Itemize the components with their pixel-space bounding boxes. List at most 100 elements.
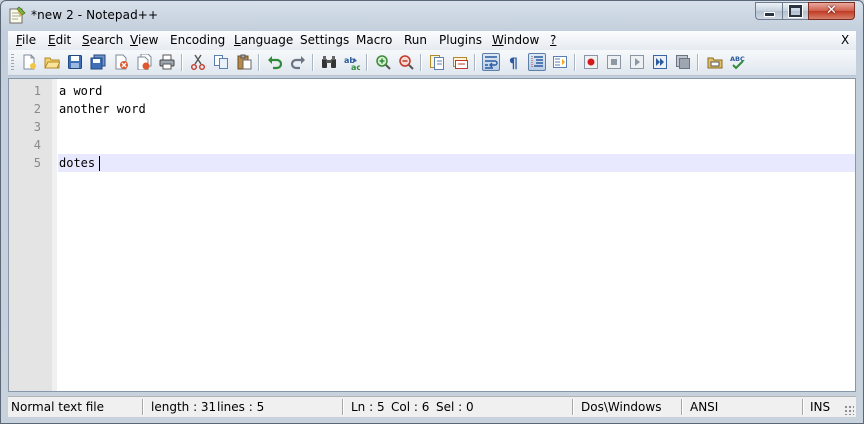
- code-line[interactable]: [58, 136, 855, 154]
- title-bar[interactable]: *new 2 - Notepad++ ✕: [1, 1, 863, 29]
- close-document-button[interactable]: X: [841, 33, 849, 47]
- indent-guide-button[interactable]: [528, 53, 546, 71]
- spell-check-button[interactable]: ABC: [729, 53, 747, 71]
- sync-vertical-scroll-button[interactable]: [428, 53, 446, 71]
- code-line[interactable]: [58, 118, 855, 136]
- cut-button[interactable]: [189, 53, 207, 71]
- status-file-type: Normal text file: [11, 400, 105, 414]
- paste-button[interactable]: [235, 53, 253, 71]
- run-macro-multiple-button[interactable]: [651, 53, 669, 71]
- line-number-gutter[interactable]: 1 2 3 4 5: [9, 79, 57, 391]
- current-code-line[interactable]: dotes: [58, 154, 855, 172]
- menu-search-mnemonic: S: [82, 33, 90, 47]
- status-column: Col : 6: [391, 400, 430, 414]
- menu-file[interactable]: File: [16, 33, 36, 47]
- close-button[interactable]: [112, 53, 130, 71]
- stop-record-icon: [607, 55, 621, 69]
- record-macro-button[interactable]: [582, 53, 600, 71]
- toolbar-grip[interactable]: [11, 54, 14, 71]
- print-button[interactable]: [158, 53, 176, 71]
- save-all-icon: [90, 54, 106, 70]
- toolbar-separator: [420, 54, 422, 71]
- fold-margin[interactable]: [52, 79, 57, 391]
- menu-edit-mnemonic: E: [48, 33, 56, 47]
- open-file-icon: [44, 57, 60, 69]
- status-lines: lines : 5: [217, 400, 265, 414]
- menu-language-mnemonic: L: [234, 33, 241, 47]
- undo-button[interactable]: [266, 53, 284, 71]
- line-number: 4: [33, 138, 41, 152]
- spell-check-icon: ABC: [730, 55, 745, 70]
- word-wrap-button[interactable]: [482, 53, 500, 71]
- save-macro-button[interactable]: [674, 53, 692, 71]
- svg-text:ac: ac: [351, 63, 360, 70]
- save-button[interactable]: [66, 53, 84, 71]
- notepadpp-window: *new 2 - Notepad++ ✕ File Edit Search Vi…: [0, 0, 864, 424]
- copy-button[interactable]: [212, 53, 230, 71]
- maximize-button[interactable]: [782, 2, 809, 20]
- code-line[interactable]: a word: [58, 82, 855, 100]
- status-eol-format: Dos\Windows: [581, 400, 662, 414]
- resize-grip[interactable]: [844, 405, 854, 415]
- play-macro-icon: [630, 55, 644, 69]
- new-file-icon: [23, 54, 36, 70]
- menu-language[interactable]: Language: [234, 33, 293, 47]
- zoom-in-button[interactable]: [374, 53, 392, 71]
- menu-edit[interactable]: Edit: [48, 33, 71, 47]
- open-file-button[interactable]: [43, 53, 61, 71]
- status-line-number: Ln : 5: [351, 400, 385, 414]
- menu-encoding[interactable]: Encoding: [170, 33, 225, 47]
- menu-plugins[interactable]: Plugins: [439, 33, 482, 47]
- text-editor[interactable]: 1 2 3 4 5 a word another word dotes: [8, 78, 856, 392]
- menu-help[interactable]: ?: [550, 33, 556, 47]
- menu-view-mnemonic: V: [130, 33, 138, 47]
- menu-run[interactable]: Run: [404, 33, 427, 47]
- document-map-icon: [553, 56, 567, 68]
- menu-help-label: ?: [550, 33, 557, 47]
- line-number: 3: [33, 120, 41, 134]
- zoom-in-icon: [376, 55, 391, 70]
- play-macro-button[interactable]: [628, 53, 646, 71]
- redo-button[interactable]: [289, 53, 307, 71]
- show-all-characters-button[interactable]: ¶: [505, 53, 523, 71]
- menu-settings-label: Settings: [300, 33, 350, 47]
- status-length: length : 31: [151, 400, 217, 414]
- toolbar-separator: [258, 54, 260, 71]
- zoom-out-button[interactable]: [397, 53, 415, 71]
- undo-icon: [268, 56, 283, 70]
- notepadpp-app-icon[interactable]: [8, 6, 26, 24]
- folder-as-workspace-button[interactable]: [706, 53, 724, 71]
- save-icon: [68, 55, 82, 69]
- replace-button[interactable]: ab ac: [343, 53, 361, 71]
- menu-search[interactable]: Search: [82, 33, 123, 47]
- menu-settings[interactable]: Settings: [300, 33, 349, 47]
- sync-horizontal-scroll-button[interactable]: [451, 53, 469, 71]
- menu-run-label: Run: [404, 33, 428, 47]
- toolbar: ab ac ¶ ABC: [8, 50, 856, 76]
- toolbar-separator: [366, 54, 368, 71]
- folder-as-workspace-icon: [707, 57, 723, 69]
- menu-file-label: ile: [22, 33, 37, 47]
- minimize-button[interactable]: [755, 2, 783, 20]
- stop-recording-button[interactable]: [605, 53, 623, 71]
- close-all-button[interactable]: [135, 53, 153, 71]
- close-file-icon: [115, 54, 128, 70]
- line-number: 1: [33, 84, 41, 98]
- svg-text:¶: ¶: [509, 56, 518, 70]
- paste-icon: [237, 54, 252, 70]
- document-map-button[interactable]: [551, 53, 569, 71]
- window-title: *new 2 - Notepad++: [31, 8, 159, 22]
- status-encoding: ANSI: [690, 400, 719, 414]
- menu-view[interactable]: View: [130, 33, 158, 47]
- menu-encoding-label: Encoding: [170, 33, 226, 47]
- menu-window[interactable]: Window: [492, 33, 539, 47]
- find-button[interactable]: [320, 53, 338, 71]
- menu-macro[interactable]: Macro: [356, 33, 392, 47]
- close-window-button[interactable]: ✕: [808, 2, 855, 20]
- new-file-button[interactable]: [20, 53, 38, 71]
- code-line[interactable]: another word: [58, 100, 855, 118]
- zoom-out-icon: [399, 55, 414, 70]
- save-all-button[interactable]: [89, 53, 107, 71]
- status-insert-mode: INS: [810, 400, 831, 414]
- toolbar-separator: [574, 54, 576, 71]
